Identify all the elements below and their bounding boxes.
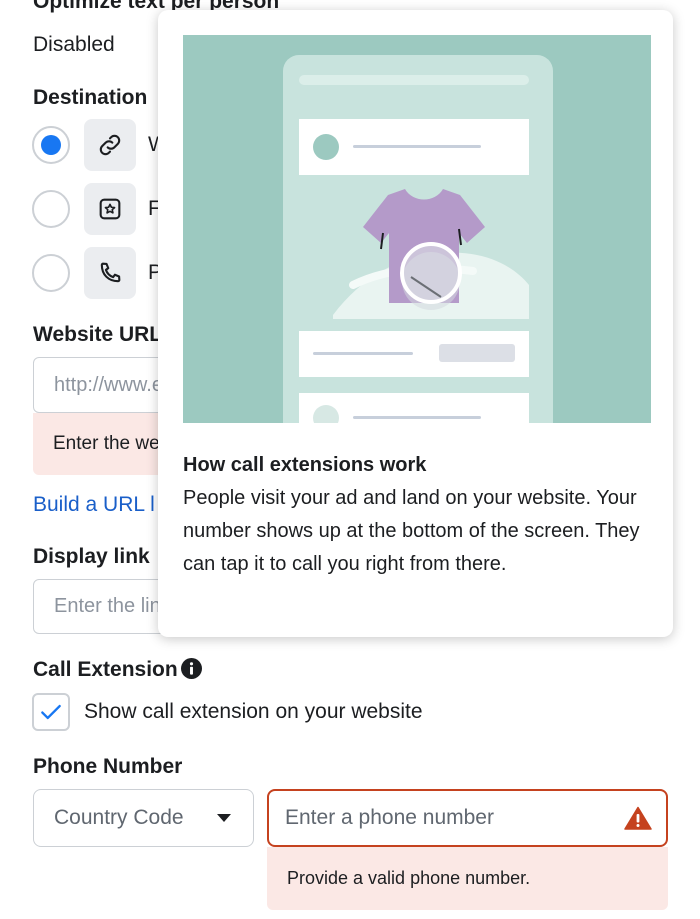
destination-radio-facebook[interactable] [32,190,70,228]
optimize-text-value: Disabled [33,33,115,56]
star-box-icon [99,198,121,220]
call-extension-illustration [183,35,651,423]
country-code-value: Country Code [54,806,184,829]
phone-number-input[interactable]: Enter a phone number [267,789,668,847]
destination-tile-facebook[interactable] [84,183,136,235]
website-url-error-text: Enter the we [53,433,160,454]
warning-icon [624,806,652,830]
tooltip-title: How call extensions work [183,454,427,476]
call-extension-checkbox-label[interactable]: Show call extension on your website [84,700,423,724]
destination-label: Destination [33,86,148,109]
destination-tile-phone[interactable] [84,247,136,299]
build-url-link[interactable]: Build a URL l [33,493,155,517]
display-link-label: Display link [33,545,150,568]
checkmark-icon [41,704,61,720]
destination-radio-phone[interactable] [32,254,70,292]
phone-number-error: Provide a valid phone number. [267,847,668,910]
caret-down-icon [217,814,231,822]
website-url-label: Website URL [33,323,163,346]
phone-icon [100,262,121,283]
destination-tile-website[interactable] [84,119,136,171]
tooltip-body: People visit your ad and land on your we… [183,487,640,575]
call-extension-checkbox[interactable] [32,693,70,731]
display-link-placeholder: Enter the link [54,595,171,617]
call-extension-tooltip: How call extensions work People visit yo… [158,10,673,637]
call-extension-label: Call Extension [33,658,178,681]
phone-number-placeholder: Enter a phone number [285,806,494,829]
phone-number-error-text: Provide a valid phone number. [287,868,531,888]
country-code-select[interactable]: Country Code [33,789,254,847]
info-icon[interactable] [181,658,202,679]
phone-number-label: Phone Number [33,755,183,778]
link-icon [99,134,121,156]
website-url-placeholder: http://www.e [54,373,163,396]
destination-radio-website[interactable] [32,126,70,164]
